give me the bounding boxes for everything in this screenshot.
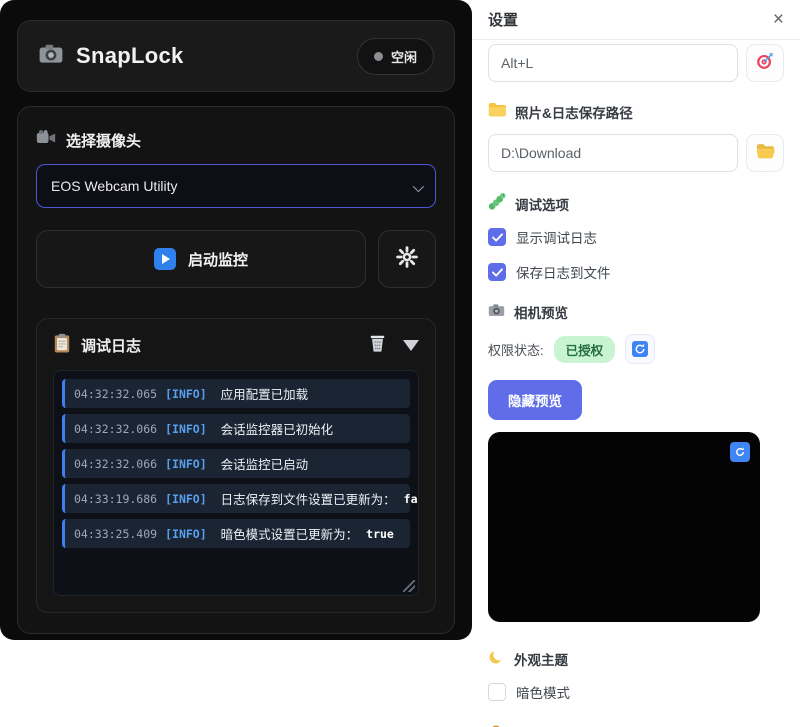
camera-select-value: EOS Webcam Utility xyxy=(51,178,178,194)
permission-label: 权限状态: xyxy=(488,340,544,359)
path-section-header: 照片&日志保存路径 xyxy=(488,102,784,122)
path-row xyxy=(488,134,784,172)
log-time: 04:32:32.066 xyxy=(74,422,157,436)
log-level: [INFO] xyxy=(165,422,207,436)
log-message: 会话监控已启动 xyxy=(221,454,309,473)
clipboard-icon xyxy=(53,333,71,358)
log-entry: 04:32:32.065 [INFO] 应用配置已加载 xyxy=(62,379,410,408)
checkbox-label: 显示调试日志 xyxy=(516,227,597,247)
checkbox-unchecked-icon xyxy=(488,683,506,701)
log-entry: 04:33:19.686 [INFO] 日志保存到文件设置已更新为： false xyxy=(62,484,410,513)
status-dot-icon xyxy=(374,52,383,61)
debug-log-panel: 调试日志 04:32:32.065 [INFO] 应用配置已加载 xyxy=(36,318,436,613)
brand: SnapLock xyxy=(38,41,184,72)
log-value: false xyxy=(404,492,419,506)
log-time: 04:32:32.066 xyxy=(74,457,157,471)
log-entry: 04:32:32.066 [INFO] 会话监控器已初始化 xyxy=(62,414,410,443)
debug-log-title: 调试日志 xyxy=(81,335,141,356)
status-text: 空闲 xyxy=(391,47,417,66)
preview-section-header: 相机预览 xyxy=(488,302,784,322)
debug-section-header: 调试选项 xyxy=(488,192,784,215)
log-entry: 04:32:32.066 [INFO] 会话监控已启动 xyxy=(62,449,410,478)
folder-icon xyxy=(488,102,506,122)
log-level: [INFO] xyxy=(165,387,207,401)
checkbox-checked-icon xyxy=(488,263,506,281)
open-folder-icon xyxy=(756,143,775,164)
checkbox-label: 暗色模式 xyxy=(516,682,570,702)
log-level: [INFO] xyxy=(165,457,207,471)
save-path-input[interactable] xyxy=(488,134,738,172)
settings-body: 照片&日志保存路径 调试选项 显示调试日志 xyxy=(472,40,800,727)
camera-select[interactable]: EOS Webcam Utility xyxy=(36,164,436,208)
settings-button[interactable] xyxy=(378,230,436,288)
bug-icon xyxy=(488,192,506,215)
video-camera-icon xyxy=(36,129,56,152)
snaplock-app-window: SnapLock 空闲 选择摄像头 EOS Webcam Utility xyxy=(0,0,472,640)
play-icon xyxy=(154,248,176,270)
hotkey-capture-button[interactable] xyxy=(746,44,784,82)
theme-section-label: 外观主题 xyxy=(514,649,568,669)
status-badge: 空闲 xyxy=(357,38,434,75)
hide-preview-button[interactable]: 隐藏预览 xyxy=(488,380,582,420)
start-button-label: 启动监控 xyxy=(188,249,248,270)
checkbox-checked-icon xyxy=(488,228,506,246)
gear-icon xyxy=(395,245,419,274)
log-time: 04:33:25.409 xyxy=(74,527,157,541)
log-value: true xyxy=(366,527,394,541)
camera-preview-frame xyxy=(488,432,760,622)
camera-section-header: 选择摄像头 xyxy=(36,129,436,152)
browse-folder-button[interactable] xyxy=(746,134,784,172)
start-monitoring-button[interactable]: 启动监控 xyxy=(36,230,366,288)
settings-panel: 设置 × 照片&日志保存路径 xyxy=(472,0,800,727)
log-message: 会话监控器已初始化 xyxy=(221,419,334,438)
app-header: SnapLock 空闲 xyxy=(17,20,455,92)
hotkey-input[interactable] xyxy=(488,44,738,82)
checkbox-save-log-to-file[interactable]: 保存日志到文件 xyxy=(488,262,784,282)
screen: SnapLock 空闲 选择摄像头 EOS Webcam Utility xyxy=(0,0,800,727)
log-message: 应用配置已加载 xyxy=(221,384,309,403)
close-icon[interactable]: × xyxy=(773,10,784,29)
action-row: 启动监控 xyxy=(36,230,436,288)
target-dart-icon xyxy=(755,51,775,76)
log-entry: 04:33:25.409 [INFO] 暗色模式设置已更新为： true xyxy=(62,519,410,548)
checkbox-dark-mode[interactable]: 暗色模式 xyxy=(488,682,784,702)
permission-status-badge: 已授权 xyxy=(554,336,616,363)
debug-section-label: 调试选项 xyxy=(515,194,569,214)
settings-title: 设置 xyxy=(488,9,518,30)
theme-section-header: 外观主题 xyxy=(488,648,784,670)
chevron-down-icon xyxy=(413,181,424,192)
log-time: 04:33:19.686 xyxy=(74,492,157,506)
app-title: SnapLock xyxy=(76,43,184,69)
camera-icon xyxy=(38,41,64,72)
log-message: 暗色模式设置已更新为： xyxy=(221,524,359,543)
log-textarea[interactable]: 04:32:32.065 [INFO] 应用配置已加载 04:32:32.066… xyxy=(53,370,419,596)
trash-icon[interactable] xyxy=(368,333,387,358)
path-section-label: 照片&日志保存路径 xyxy=(515,102,633,122)
resize-handle[interactable] xyxy=(403,580,415,592)
log-message: 日志保存到文件设置已更新为： xyxy=(221,489,396,508)
checkbox-show-debug-log[interactable]: 显示调试日志 xyxy=(488,227,784,247)
camera-small-icon xyxy=(488,303,505,322)
moon-icon xyxy=(488,648,505,670)
camera-section-label: 选择摄像头 xyxy=(66,130,141,151)
refresh-permission-button[interactable] xyxy=(625,334,655,364)
preview-section-label: 相机预览 xyxy=(514,302,568,322)
permission-row: 权限状态: 已授权 xyxy=(488,334,784,364)
hotkey-row xyxy=(488,44,784,82)
debug-log-header: 调试日志 xyxy=(53,333,419,358)
main-panel: 选择摄像头 EOS Webcam Utility 启动监控 xyxy=(17,106,455,634)
checkbox-label: 保存日志到文件 xyxy=(516,262,611,282)
collapse-triangle-icon[interactable] xyxy=(403,340,419,351)
log-time: 04:32:32.065 xyxy=(74,387,157,401)
settings-header: 设置 × xyxy=(472,0,800,40)
refresh-preview-button[interactable] xyxy=(730,442,750,462)
log-level: [INFO] xyxy=(165,527,207,541)
log-level: [INFO] xyxy=(165,492,207,506)
